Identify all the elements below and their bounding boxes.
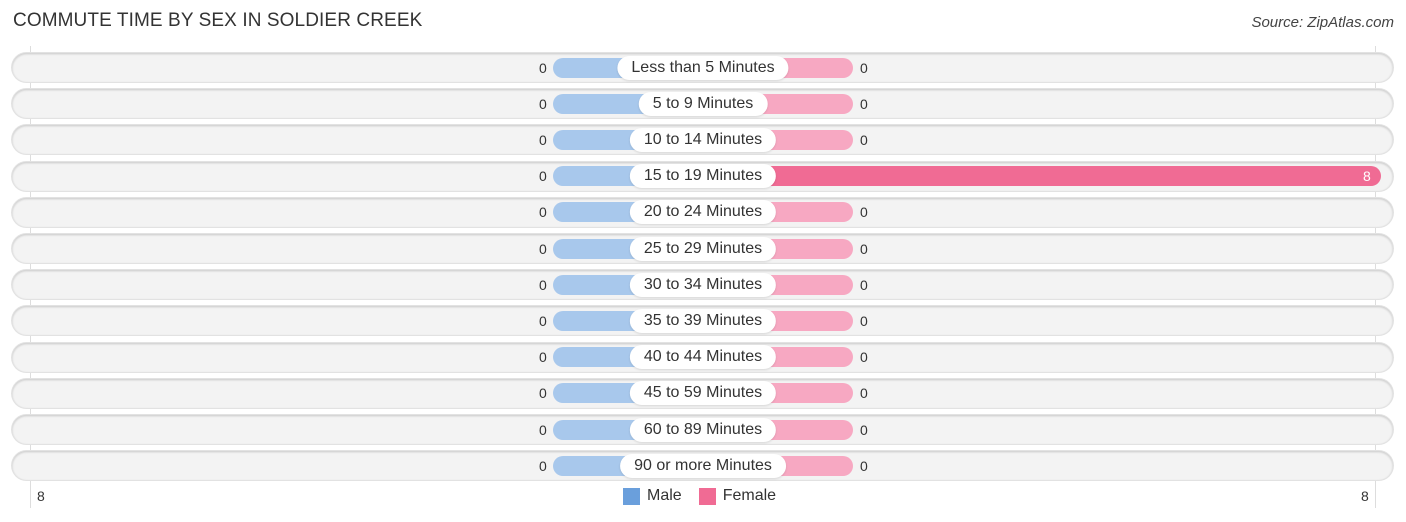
male-value-label: 0 bbox=[539, 312, 547, 329]
category-label: Less than 5 Minutes bbox=[617, 55, 789, 80]
category-label: 35 to 39 Minutes bbox=[629, 308, 777, 333]
male-value-label: 0 bbox=[539, 276, 547, 293]
category-label: 20 to 24 Minutes bbox=[629, 200, 777, 225]
female-swatch bbox=[698, 487, 716, 505]
male-value-label: 0 bbox=[539, 95, 547, 112]
legend: Male Female bbox=[623, 487, 793, 505]
female-value-label: 0 bbox=[860, 276, 868, 293]
category-label: 30 to 34 Minutes bbox=[629, 272, 777, 297]
category-label: 5 to 9 Minutes bbox=[638, 91, 768, 116]
female-value-label: 0 bbox=[860, 95, 868, 112]
source-label: Source: ZipAtlas.com bbox=[1251, 14, 1394, 31]
legend-item-female[interactable]: Female bbox=[698, 487, 777, 505]
male-value-label: 0 bbox=[539, 131, 547, 148]
male-value-label: 0 bbox=[539, 421, 547, 438]
female-value-label: 0 bbox=[860, 131, 868, 148]
female-value-label: 0 bbox=[860, 312, 868, 329]
male-value-label: 0 bbox=[539, 385, 547, 402]
male-value-label: 0 bbox=[539, 457, 547, 474]
female-value-label: 0 bbox=[860, 385, 868, 402]
category-label: 15 to 19 Minutes bbox=[629, 164, 777, 189]
left-axis-tick: 8 bbox=[37, 488, 45, 504]
male-value-label: 0 bbox=[539, 349, 547, 366]
male-value-label: 0 bbox=[539, 168, 547, 185]
male-value-label: 0 bbox=[539, 59, 547, 76]
female-bar[interactable] bbox=[703, 166, 1381, 187]
category-label: 10 to 14 Minutes bbox=[629, 127, 777, 152]
male-swatch bbox=[623, 487, 640, 505]
female-value-label: 0 bbox=[860, 457, 868, 474]
category-label: 40 to 44 Minutes bbox=[629, 345, 777, 370]
category-label: 25 to 29 Minutes bbox=[629, 236, 777, 261]
female-value-label: 0 bbox=[860, 59, 868, 76]
male-value-label: 0 bbox=[539, 240, 547, 257]
legend-label-female: Female bbox=[722, 487, 777, 504]
chart-title: COMMUTE TIME BY SEX IN SOLDIER CREEK bbox=[13, 10, 423, 31]
category-label: 60 to 89 Minutes bbox=[629, 417, 777, 442]
legend-label-male: Male bbox=[647, 487, 682, 504]
legend-item-male[interactable]: Male bbox=[623, 487, 682, 505]
category-label: 90 or more Minutes bbox=[620, 453, 786, 478]
female-value-label: 0 bbox=[860, 349, 868, 366]
female-value-label: 0 bbox=[860, 421, 868, 438]
female-value-label: 0 bbox=[860, 240, 868, 257]
female-value-label: 0 bbox=[860, 204, 868, 221]
female-value-label: 8 bbox=[1363, 168, 1371, 185]
male-value-label: 0 bbox=[539, 204, 547, 221]
right-axis-tick: 8 bbox=[1361, 488, 1369, 504]
category-label: 45 to 59 Minutes bbox=[629, 381, 777, 406]
